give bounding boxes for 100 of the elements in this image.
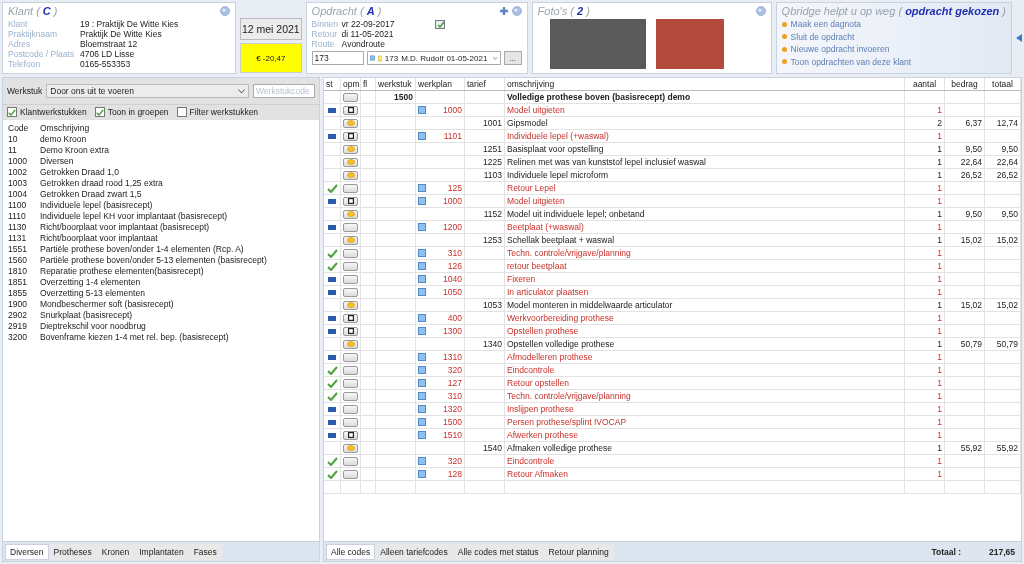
- item-code[interactable]: 2902: [8, 310, 40, 321]
- item-description[interactable]: Getrokken Draad 1,0: [40, 167, 314, 178]
- item-code[interactable]: 11: [8, 145, 40, 156]
- item-code[interactable]: 1810: [8, 266, 40, 277]
- note-button[interactable]: [343, 196, 358, 206]
- quantity-text: 1: [937, 417, 942, 427]
- note-button[interactable]: [343, 313, 358, 323]
- item-code[interactable]: 1855: [8, 288, 40, 299]
- bar-icon: [328, 419, 336, 425]
- column-header: aantal: [912, 79, 937, 89]
- item-description[interactable]: Snurkplaat (basisrecept): [40, 310, 314, 321]
- checkbox-label: Toon in groepen: [107, 107, 169, 117]
- description-text: Model uitgieten: [507, 196, 565, 206]
- bulb-icon: [346, 302, 355, 308]
- square-icon: [418, 405, 426, 413]
- item-code[interactable]: 1900: [8, 299, 40, 310]
- code-text: 1540: [483, 443, 502, 453]
- item-code[interactable]: 10: [8, 134, 40, 145]
- item-description[interactable]: Individuele lepel (basisrecept): [40, 200, 314, 211]
- werkstuk-dropdown[interactable]: Door ons uit te voeren: [46, 84, 249, 98]
- item-code[interactable]: 1131: [8, 233, 40, 244]
- quantity-text: 1: [937, 248, 942, 258]
- help-link[interactable]: Toon opdrachten van deze klant: [790, 56, 912, 67]
- checkbox[interactable]: [7, 107, 17, 117]
- tab[interactable]: Retour planning: [543, 544, 614, 560]
- code-text: 126: [447, 261, 462, 271]
- square-icon: [418, 106, 426, 114]
- code-text: 1320: [443, 404, 462, 414]
- item-description[interactable]: Overzetting 5-13 elementen: [40, 288, 314, 299]
- dentist-dropdown[interactable]: 173 M.D. Rudolf 01-05-2021: [366, 51, 501, 65]
- item-description[interactable]: Partiële prothese boven/onder 1-4 elementen (Rcp. A): [40, 244, 314, 255]
- checkbox[interactable]: [176, 107, 187, 117]
- description-text: retour beetplaat: [507, 261, 567, 271]
- item-code[interactable]: 3200: [8, 332, 40, 343]
- calendar-check-icon[interactable]: [434, 19, 445, 29]
- item-description[interactable]: Bovenframe kiezen 1-4 met rel. bep. (basisrecept): [40, 332, 314, 343]
- quantity-text: 1: [937, 170, 942, 180]
- item-description[interactable]: demo Kroon: [40, 134, 314, 145]
- item-code[interactable]: 1110: [8, 211, 40, 222]
- tab[interactable]: Kronen: [96, 544, 135, 560]
- field-value: di 11-05-2021: [341, 29, 395, 39]
- item-description[interactable]: Getrokken draad rood 1,25 extra: [40, 178, 314, 189]
- item-code[interactable]: 1002: [8, 167, 40, 178]
- item-code[interactable]: 1851: [8, 277, 40, 288]
- more-button[interactable]: ...: [503, 51, 522, 65]
- note-button[interactable]: [343, 326, 358, 336]
- item-description[interactable]: Reparatie prothese elementen(basisrecept): [40, 266, 314, 277]
- help-link[interactable]: Sluit de opdracht: [790, 31, 855, 42]
- square-icon: [418, 288, 426, 296]
- checkbox[interactable]: [94, 107, 105, 117]
- item-code[interactable]: 1130: [8, 222, 40, 233]
- item-description[interactable]: Diversen: [40, 156, 314, 167]
- tab[interactable]: Alle codes met status: [452, 544, 544, 560]
- item-code[interactable]: 1100: [8, 200, 40, 211]
- item-description[interactable]: Mondbeschermer soft (basisrecept): [40, 299, 314, 310]
- check-icon: [326, 469, 338, 479]
- note-button[interactable]: [343, 430, 358, 440]
- collapse-arrow-icon[interactable]: [1016, 34, 1022, 42]
- item-description[interactable]: Demo Kroon extra: [40, 145, 314, 156]
- tab[interactable]: Alleen tariefcodes: [375, 544, 453, 560]
- square-outline-icon: [347, 133, 354, 139]
- plus-icon[interactable]: [498, 6, 509, 16]
- total-text: 15,02: [996, 300, 1018, 310]
- item-description[interactable]: Overzetting 1-4 elementen: [40, 277, 314, 288]
- item-code[interactable]: 1551: [8, 244, 40, 255]
- tab[interactable]: Diversen: [5, 544, 49, 560]
- tab[interactable]: Alle codes: [326, 544, 376, 560]
- help-link[interactable]: Nieuwe opdracht invoeren: [790, 44, 890, 55]
- note-button[interactable]: [343, 105, 358, 115]
- item-code[interactable]: 2919: [8, 321, 40, 332]
- description-text: Volledige prothese boven (basisrecept) demo: [507, 92, 691, 102]
- note-button[interactable]: [343, 131, 358, 141]
- code-text: 125: [447, 183, 462, 193]
- tab[interactable]: Fases: [188, 544, 222, 560]
- item-description[interactable]: Getrokken Draad zwart 1,5: [40, 189, 314, 200]
- description-text: Eindcontrole: [507, 365, 555, 375]
- item-code[interactable]: 1004: [8, 189, 40, 200]
- help-link[interactable]: Maak een dagnota: [790, 19, 862, 30]
- item-code[interactable]: 1000: [8, 156, 40, 167]
- order-number-field[interactable]: 173: [311, 51, 364, 65]
- tab[interactable]: Implantaten: [134, 544, 189, 560]
- item-description[interactable]: Dieptrekschil voor noodbrug: [40, 321, 314, 332]
- item-code[interactable]: 1560: [8, 255, 40, 266]
- code-text: 310: [447, 248, 462, 258]
- werkstuk-code-field[interactable]: Werkstukcode: [253, 84, 315, 98]
- tab[interactable]: Protheses: [48, 544, 97, 560]
- bar-icon: [328, 133, 336, 139]
- item-code[interactable]: 1003: [8, 178, 40, 189]
- quantity-text: 2: [937, 118, 942, 128]
- square-outline-icon: [347, 107, 354, 113]
- item-description[interactable]: Individuele lepel KH voor implantaat (basisrecept): [40, 211, 314, 222]
- globe-icon[interactable]: [511, 6, 522, 16]
- item-description[interactable]: Richt/boorplaat voor implantaat (basisrecept): [40, 222, 314, 233]
- bar-icon: [328, 354, 336, 360]
- globe-icon[interactable]: [220, 6, 230, 16]
- code-text: 127: [447, 378, 462, 388]
- item-description[interactable]: Partiële prothese boven/onder 5-13 elementen (basisrecept): [40, 255, 314, 266]
- square-icon: [418, 470, 426, 478]
- item-description[interactable]: Richt/boorplaat voor implantaat: [40, 233, 314, 244]
- globe-icon[interactable]: [755, 6, 766, 16]
